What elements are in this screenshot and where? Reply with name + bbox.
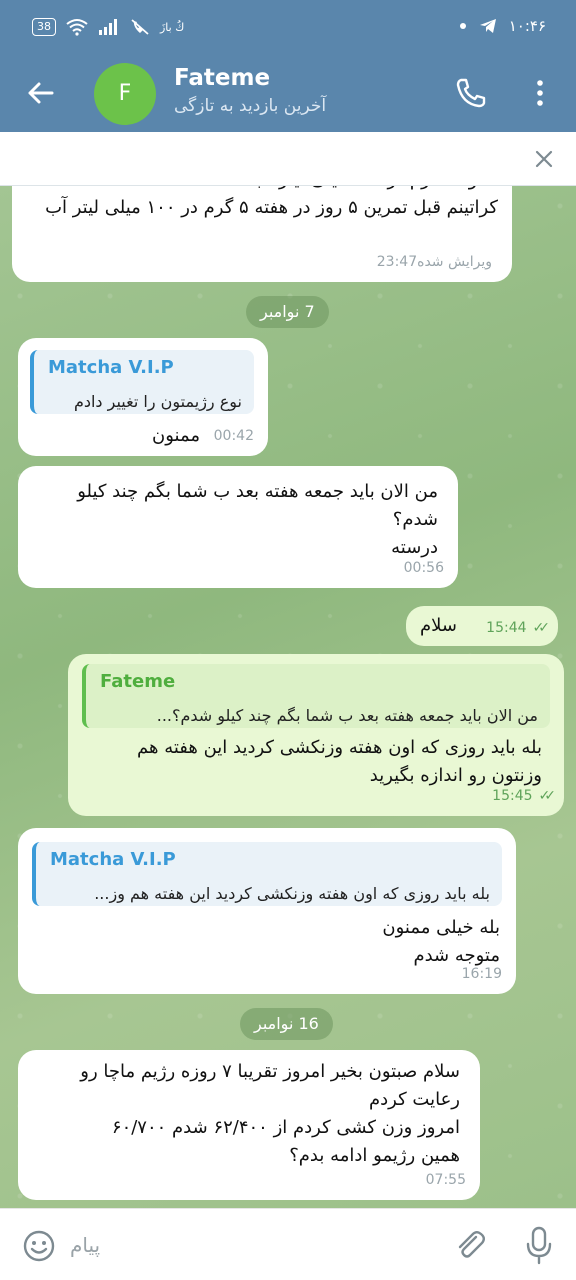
message-text: بله باید روزی که اون هفته وزنکشی کردید ا… <box>137 737 542 786</box>
signal-icon <box>99 19 117 35</box>
message-text: سلام <box>420 615 457 636</box>
message-bubble[interactable]: Matcha V.I.P نوع رژیمتون را تغییر دادم م… <box>18 338 268 456</box>
avatar[interactable]: F <box>94 63 156 125</box>
reply-quote[interactable]: Matcha V.I.P بله باید روزی که اون هفته و… <box>32 842 502 906</box>
call-muted-icon <box>131 19 149 35</box>
chat-messages[interactable]: حدود ۲ گرم در ۲۰۰ میلی لیتر آب کراتینم ق… <box>0 186 576 1208</box>
carrier-text: كُ بازَ <box>160 20 185 34</box>
dot-icon <box>459 23 466 29</box>
chat-header: F Fateme آخرین بازدید به تازگی <box>0 56 576 132</box>
message-time: 16:19 <box>461 966 502 982</box>
reply-author: Matcha V.I.P <box>50 849 176 870</box>
mic-icon[interactable] <box>524 1225 554 1265</box>
message-bubble[interactable]: من الان باید جمعه هفته بعد ب شما بگم چند… <box>18 466 458 588</box>
message-meta: 23:47ویرایش شده <box>377 248 498 276</box>
double-check-icon: ✓✓ <box>538 788 557 804</box>
message-bubble[interactable]: Fateme من الان باید جمعه هفته بعد ب شما … <box>68 654 564 816</box>
message-time: 00:56 <box>403 560 444 576</box>
reply-text: بله باید روزی که اون هفته وزنکشی کردید ا… <box>94 884 490 903</box>
date-separator: 16 نوامبر <box>240 1008 333 1040</box>
date-separator: 7 نوامبر <box>246 296 329 328</box>
message-meta: 15:45 ✓✓ <box>492 782 557 810</box>
message-text: سلام صبتون بخیر امروز تقریبا ۷ روزه رژیم… <box>80 1061 460 1166</box>
chat-title[interactable]: Fateme <box>174 65 270 91</box>
message-composer <box>0 1208 576 1280</box>
message-text-partial: حدود ۲ گرم در ۲۰۰ میلی لیتر آب <box>28 186 498 194</box>
reply-author: Fateme <box>100 671 176 692</box>
reply-quote[interactable]: Fateme من الان باید جمعه هفته بعد ب شما … <box>82 664 550 728</box>
reply-text: نوع رژیمتون را تغییر دادم <box>73 392 242 411</box>
message-text: بله خیلی ممنون متوجه شدم <box>382 917 500 966</box>
attach-icon[interactable] <box>452 1227 488 1263</box>
message-time: 00:42 <box>213 428 254 444</box>
message-bubble[interactable]: Matcha V.I.P بله باید روزی که اون هفته و… <box>18 828 516 994</box>
back-arrow-icon[interactable] <box>24 76 58 110</box>
emoji-icon[interactable] <box>22 1229 56 1263</box>
edited-label: ویرایش شده <box>417 254 492 270</box>
pinned-bar <box>0 132 576 186</box>
reply-text: من الان باید جمعه هفته بعد ب شما بگم چند… <box>156 706 538 725</box>
wifi-icon <box>66 19 88 36</box>
message-time: 07:55 <box>425 1172 466 1188</box>
message-bubble[interactable]: سلام صبتون بخیر امروز تقریبا ۷ روزه رژیم… <box>18 1050 480 1200</box>
close-icon[interactable] <box>532 147 556 171</box>
status-left: 38 كُ بازَ <box>32 18 184 36</box>
status-time: ۱۰:۴۶ <box>508 17 546 35</box>
more-vert-icon[interactable] <box>530 76 550 110</box>
message-time: 15:45 <box>492 788 533 804</box>
phone-icon[interactable] <box>454 76 488 110</box>
message-input[interactable] <box>70 1223 430 1267</box>
message-meta: 15:44 ✓✓ <box>486 614 551 642</box>
reply-quote[interactable]: Matcha V.I.P نوع رژیمتون را تغییر دادم <box>30 350 254 414</box>
reply-author: Matcha V.I.P <box>48 357 174 378</box>
message-text: من الان باید جمعه هفته بعد ب شما بگم چند… <box>77 481 438 558</box>
message-bubble[interactable]: سلام 15:44 ✓✓ <box>406 606 558 646</box>
status-bar: 38 كُ بازَ ۱۰:۴۶ <box>0 0 576 56</box>
message-bubble[interactable]: حدود ۲ گرم در ۲۰۰ میلی لیتر آب کراتینم ق… <box>12 186 512 282</box>
double-check-icon: ✓✓ <box>532 620 551 636</box>
message-time: 15:44 <box>486 620 527 636</box>
last-seen-status: آخرین بازدید به تازگی <box>174 96 327 116</box>
message-time: 23:47 <box>376 254 418 270</box>
status-right: ۱۰:۴۶ <box>459 17 546 35</box>
telegram-icon <box>479 19 496 33</box>
battery-indicator: 38 <box>32 18 56 36</box>
message-text: ممنون <box>152 425 200 446</box>
message-text: کراتینم قبل تمرین ۵ روز در هفته ۵ گرم در… <box>45 197 498 218</box>
